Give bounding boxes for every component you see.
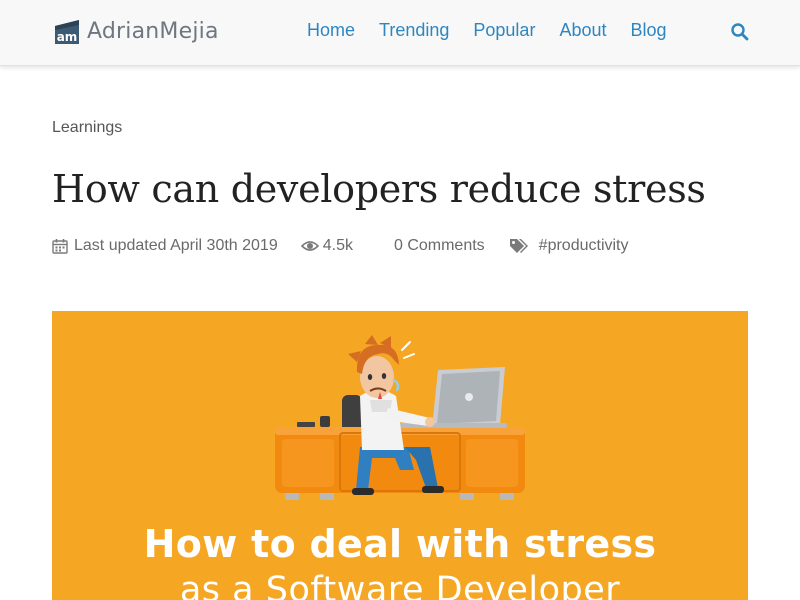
view-count: 4.5k: [300, 237, 353, 255]
post-meta: Last updated April 30th 2019 4.5k 0 Comm…: [52, 235, 629, 257]
updated-date: Last updated April 30th 2019: [52, 237, 278, 255]
main-nav: Home Trending Popular About Blog: [307, 19, 691, 41]
views-text: 4.5k: [322, 237, 353, 254]
site-logo[interactable]: am AdrianMejia: [52, 17, 219, 47]
svg-text:am: am: [57, 30, 78, 44]
comments-link[interactable]: 0 Comments: [394, 237, 485, 255]
brand-first: Adrian: [87, 19, 160, 44]
tags-icon: [509, 239, 528, 253]
nav-blog[interactable]: Blog: [630, 19, 666, 41]
post-tags: #productivity: [509, 237, 629, 255]
nav-about[interactable]: About: [559, 19, 606, 41]
brand-second: Mejia: [159, 19, 219, 44]
page-title: How can developers reduce stress: [52, 167, 706, 211]
search-icon[interactable]: [730, 22, 750, 42]
updated-text: Last updated April 30th 2019: [74, 237, 278, 254]
nav-home[interactable]: Home: [307, 19, 355, 41]
brand-name: AdrianMejia: [87, 17, 219, 47]
hero-subheadline: as a Software Developer: [179, 570, 621, 600]
hero-headline: How to deal with stress: [143, 522, 657, 566]
calendar-icon: [52, 239, 68, 254]
nav-popular[interactable]: Popular: [473, 19, 535, 41]
category-link[interactable]: Learnings: [52, 119, 122, 137]
eye-icon: [300, 241, 319, 251]
am-monogram-icon: am: [55, 20, 79, 44]
tag-link[interactable]: #productivity: [539, 237, 629, 255]
hero-image: How to deal with stress as a Software De…: [52, 311, 748, 600]
site-header: am AdrianMejia Home Trending Popular Abo…: [0, 0, 800, 66]
nav-trending[interactable]: Trending: [379, 19, 449, 41]
